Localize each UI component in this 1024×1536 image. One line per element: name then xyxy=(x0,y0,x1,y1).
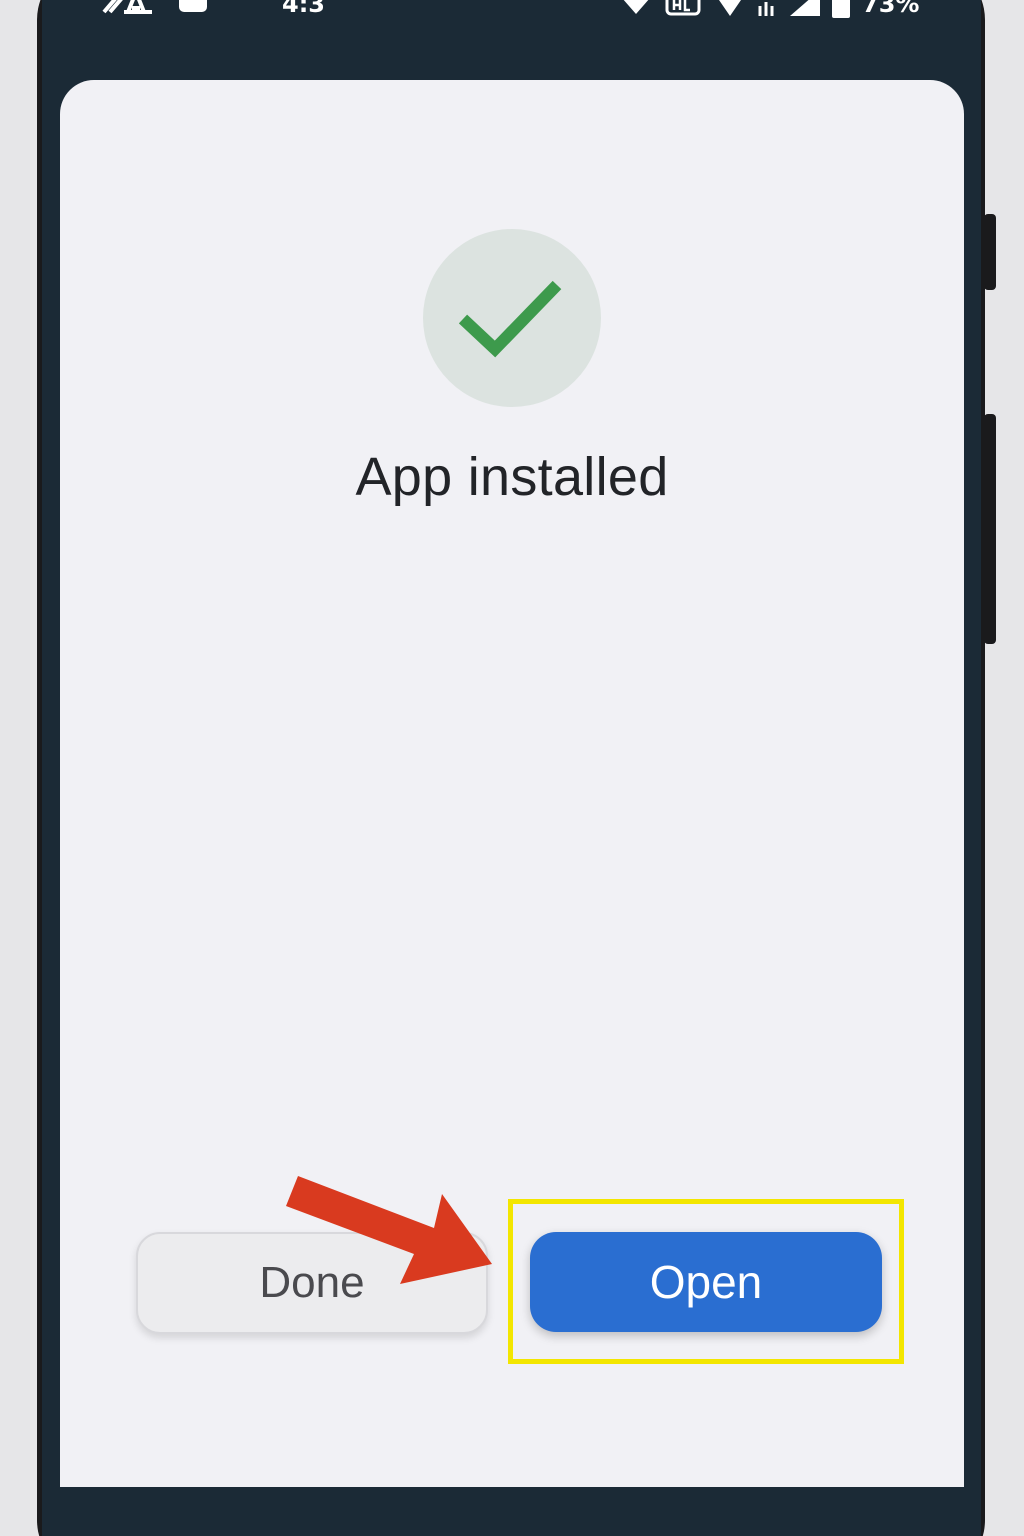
notification-icon xyxy=(179,0,207,12)
navigation-bar xyxy=(60,1487,964,1536)
status-bar: 4:3 73% xyxy=(60,0,964,20)
power-button xyxy=(984,214,996,290)
cell-signal-icon xyxy=(790,0,820,16)
screenshot: 4:3 73% App installed Done Open xyxy=(0,0,1024,1536)
check-icon xyxy=(459,280,562,358)
hd-call-icon xyxy=(665,0,701,16)
battery-percentage: 73% xyxy=(862,0,920,18)
install-complete-dialog: App installed Done Open xyxy=(60,80,964,1487)
battery-icon xyxy=(832,0,850,18)
signal-activity-icon xyxy=(102,0,152,14)
data-icon xyxy=(758,2,774,16)
red-arrow-icon xyxy=(286,1176,492,1284)
open-button-label: Open xyxy=(649,1256,763,1308)
wifi-icon xyxy=(623,0,649,14)
dialog-title: App installed xyxy=(355,447,669,507)
status-time: 4:3 xyxy=(282,0,325,18)
location-icon xyxy=(719,0,741,16)
success-badge xyxy=(423,229,601,407)
volume-button xyxy=(984,414,996,644)
open-button[interactable]: Open xyxy=(530,1232,882,1332)
